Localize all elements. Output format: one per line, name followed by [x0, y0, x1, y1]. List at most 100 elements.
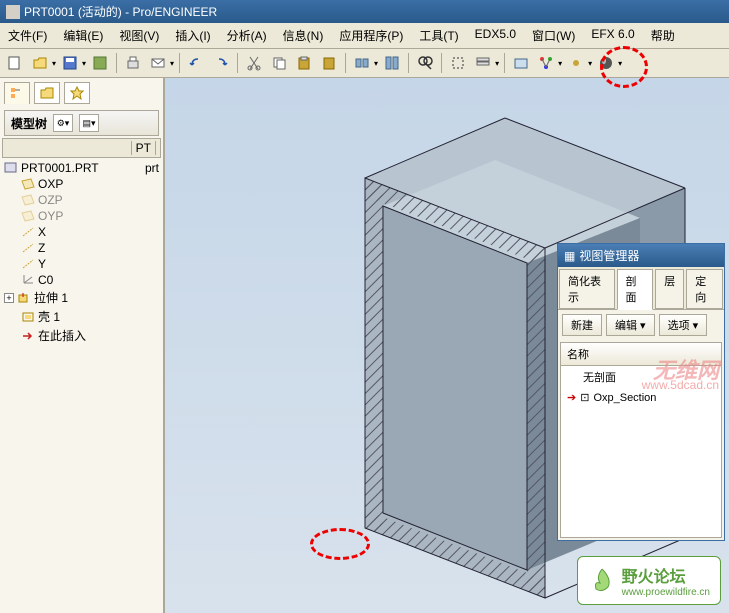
viewport-3d[interactable]: OXP ▦ 视图管理器 简化表示 剖面 层 定向 新建 编辑 ▾ 选项 ▾ 名称 [165, 78, 729, 613]
tab-layer[interactable]: 层 [655, 269, 684, 309]
menu-efx[interactable]: EFX 6.0 [587, 25, 638, 46]
options-button[interactable]: 选项 ▾ [659, 314, 708, 336]
separator [441, 53, 442, 73]
undo-button[interactable] [185, 52, 207, 74]
col-pt: PT [132, 141, 156, 155]
menu-app[interactable]: 应用程序(P) [335, 25, 407, 46]
model-player-button[interactable] [381, 52, 403, 74]
menu-help[interactable]: 帮助 [647, 25, 679, 46]
item-label: Oxp_Section [593, 392, 656, 404]
selection-filter-button[interactable] [472, 52, 494, 74]
dropdown-icon[interactable]: ▾ [558, 59, 562, 68]
save-copy-button[interactable] [89, 52, 111, 74]
expander-icon[interactable]: + [4, 293, 14, 303]
tree-show-button[interactable]: ▤▾ [79, 114, 99, 132]
datum-point-button[interactable] [565, 52, 587, 74]
cut-button[interactable] [243, 52, 265, 74]
tree-item-label: OXP [38, 177, 63, 191]
new-button[interactable]: 新建 [562, 314, 602, 336]
tree-item[interactable]: OZP [4, 192, 159, 208]
tree-item[interactable]: OXP [4, 176, 159, 192]
tree-item[interactable]: C0 [4, 272, 159, 288]
separator [408, 53, 409, 73]
view-manager-panel: ▦ 视图管理器 简化表示 剖面 层 定向 新建 编辑 ▾ 选项 ▾ 名称 无剖面 [557, 243, 725, 541]
datum-axis-button[interactable] [535, 52, 557, 74]
tree-item-label: OZP [38, 193, 63, 207]
menu-edx[interactable]: EDX5.0 [471, 25, 520, 46]
app-icon [6, 5, 20, 19]
tree-item-label: X [38, 225, 46, 239]
badge-title: 野火论坛 [622, 563, 710, 587]
tab-simplified[interactable]: 简化表示 [559, 269, 615, 309]
list-spacer [561, 407, 721, 537]
col-name [7, 141, 132, 155]
csys-icon [21, 274, 35, 286]
email-button[interactable] [147, 52, 169, 74]
tree-item-label: Y [38, 257, 46, 271]
save-button[interactable] [59, 52, 81, 74]
main-area: 模型树 ⚙▾ ▤▾ PT PRT0001.PRT prt OXP OZP OYP XZ… [0, 78, 729, 613]
badge-url: www.proewildfire.cn [622, 587, 710, 598]
extrude-icon [17, 292, 31, 304]
tree-item[interactable]: 壳 1 [4, 307, 159, 326]
panel-list: 名称 无剖面 ➔ ⊡ Oxp_Section [560, 342, 722, 538]
menu-info[interactable]: 信息(N) [279, 25, 328, 46]
menu-edit[interactable]: 编辑(E) [59, 25, 107, 46]
axis-icon [21, 258, 35, 270]
print-button[interactable] [122, 52, 144, 74]
copy-button[interactable] [268, 52, 290, 74]
paste-button[interactable] [293, 52, 315, 74]
dropdown-icon[interactable]: ▾ [374, 59, 378, 68]
edit-button[interactable]: 编辑 ▾ [606, 314, 655, 336]
tree-item-label: 壳 1 [38, 308, 60, 325]
tree-root[interactable]: PRT0001.PRT prt [4, 160, 159, 176]
panel-buttons: 新建 编辑 ▾ 选项 ▾ [558, 310, 724, 340]
new-button[interactable] [4, 52, 26, 74]
appearance-button[interactable] [595, 52, 617, 74]
tree-item[interactable]: +拉伸 1 [4, 288, 159, 307]
tree-settings-button[interactable]: ⚙▾ [53, 114, 73, 132]
datum-plane-button[interactable] [510, 52, 532, 74]
flame-icon [588, 567, 616, 595]
menu-view[interactable]: 视图(V) [115, 25, 163, 46]
tab-folder[interactable] [34, 82, 60, 104]
dropdown-icon[interactable]: ▾ [588, 59, 592, 68]
tree-title: 模型树 [11, 115, 47, 132]
dropdown-icon[interactable]: ▾ [170, 59, 174, 68]
panel-title: 视图管理器 [579, 247, 639, 264]
separator [116, 53, 117, 73]
separator [504, 53, 505, 73]
open-button[interactable] [29, 52, 51, 74]
select-button[interactable] [447, 52, 469, 74]
menu-bar: 文件(F) 编辑(E) 视图(V) 插入(I) 分析(A) 信息(N) 应用程序… [0, 23, 729, 49]
menu-window[interactable]: 窗口(W) [528, 25, 579, 46]
window-title: PRT0001 (活动的) - Pro/ENGINEER [24, 3, 217, 20]
menu-file[interactable]: 文件(F) [4, 25, 51, 46]
tree-item-label: OYP [38, 209, 63, 223]
tree-item[interactable]: Y [4, 256, 159, 272]
tree-item[interactable]: OYP [4, 208, 159, 224]
menu-analysis[interactable]: 分析(A) [223, 25, 271, 46]
tab-model-tree[interactable] [4, 82, 30, 104]
paste-special-button[interactable] [318, 52, 340, 74]
tree-item[interactable]: Z [4, 240, 159, 256]
tree-item[interactable]: X [4, 224, 159, 240]
dropdown-icon[interactable]: ▾ [618, 59, 622, 68]
tree-item[interactable]: 在此插入 [4, 326, 159, 345]
sidebar: 模型树 ⚙▾ ▤▾ PT PRT0001.PRT prt OXP OZP OYP XZ… [0, 78, 165, 613]
dropdown-icon[interactable]: ▾ [495, 59, 499, 68]
menu-tools[interactable]: 工具(T) [415, 25, 462, 46]
tab-orient[interactable]: 定向 [686, 269, 723, 309]
redo-button[interactable] [210, 52, 232, 74]
find-button[interactable] [414, 52, 436, 74]
tab-section[interactable]: 剖面 [617, 269, 654, 310]
separator [179, 53, 180, 73]
tab-favorites[interactable] [64, 82, 90, 104]
list-item[interactable]: ➔ ⊡ Oxp_Section [561, 388, 721, 407]
menu-insert[interactable]: 插入(I) [171, 25, 214, 46]
list-item[interactable]: 无剖面 [561, 366, 721, 388]
regenerate-button[interactable] [351, 52, 373, 74]
dropdown-icon[interactable]: ▾ [52, 59, 56, 68]
plane-icon [21, 194, 35, 206]
dropdown-icon[interactable]: ▾ [82, 59, 86, 68]
